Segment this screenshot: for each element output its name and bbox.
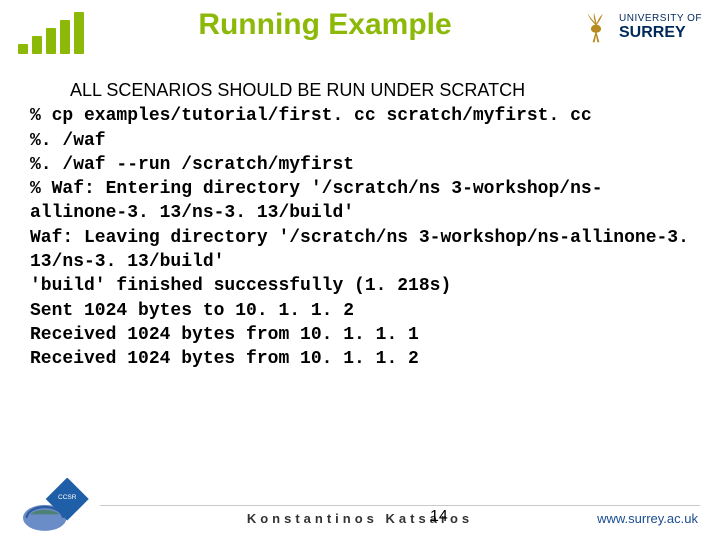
university-logo-text: UNIVERSITY OF SURREY bbox=[619, 13, 702, 42]
code-line: % Waf: Entering directory '/scratch/ns 3… bbox=[30, 177, 690, 226]
code-line: % cp examples/tutorial/first. cc scratch… bbox=[30, 104, 690, 128]
code-line: %. /waf bbox=[30, 129, 690, 153]
code-line: Waf: Leaving directory '/scratch/ns 3-wo… bbox=[30, 226, 690, 275]
stag-icon bbox=[579, 10, 613, 44]
code-line: %. /waf --run /scratch/myfirst bbox=[30, 153, 690, 177]
code-block: % cp examples/tutorial/first. cc scratch… bbox=[30, 104, 690, 371]
slide-body: ALL SCENARIOS SHOULD BE RUN UNDER SCRATC… bbox=[30, 78, 690, 372]
code-line: Received 1024 bytes from 10. 1. 1. 1 bbox=[30, 323, 690, 347]
code-line: Received 1024 bytes from 10. 1. 1. 2 bbox=[30, 347, 690, 371]
svg-text:CCSR: CCSR bbox=[58, 494, 77, 501]
footer-url: www.surrey.ac.uk bbox=[597, 511, 698, 526]
logo-top-line: UNIVERSITY OF bbox=[619, 13, 702, 24]
ccsr-logo-icon: CCSR bbox=[14, 478, 90, 536]
code-line: 'build' finished successfully (1. 218s) bbox=[30, 274, 690, 298]
logo-bottom-line: SURREY bbox=[619, 24, 702, 42]
slide: Running Example UNIVERSITY OF SURREY ALL… bbox=[0, 0, 720, 540]
body-caption: ALL SCENARIOS SHOULD BE RUN UNDER SCRATC… bbox=[70, 78, 690, 102]
code-line: Sent 1024 bytes to 10. 1. 1. 2 bbox=[30, 299, 690, 323]
page-number: 14 bbox=[430, 508, 448, 526]
page-title: Running Example bbox=[110, 8, 540, 42]
bars-logo-icon bbox=[18, 12, 84, 54]
footer-divider bbox=[100, 505, 700, 506]
footer: CCSR Konstantinos Katsaros 14 www.surrey… bbox=[0, 478, 720, 540]
university-logo: UNIVERSITY OF SURREY bbox=[579, 10, 702, 44]
